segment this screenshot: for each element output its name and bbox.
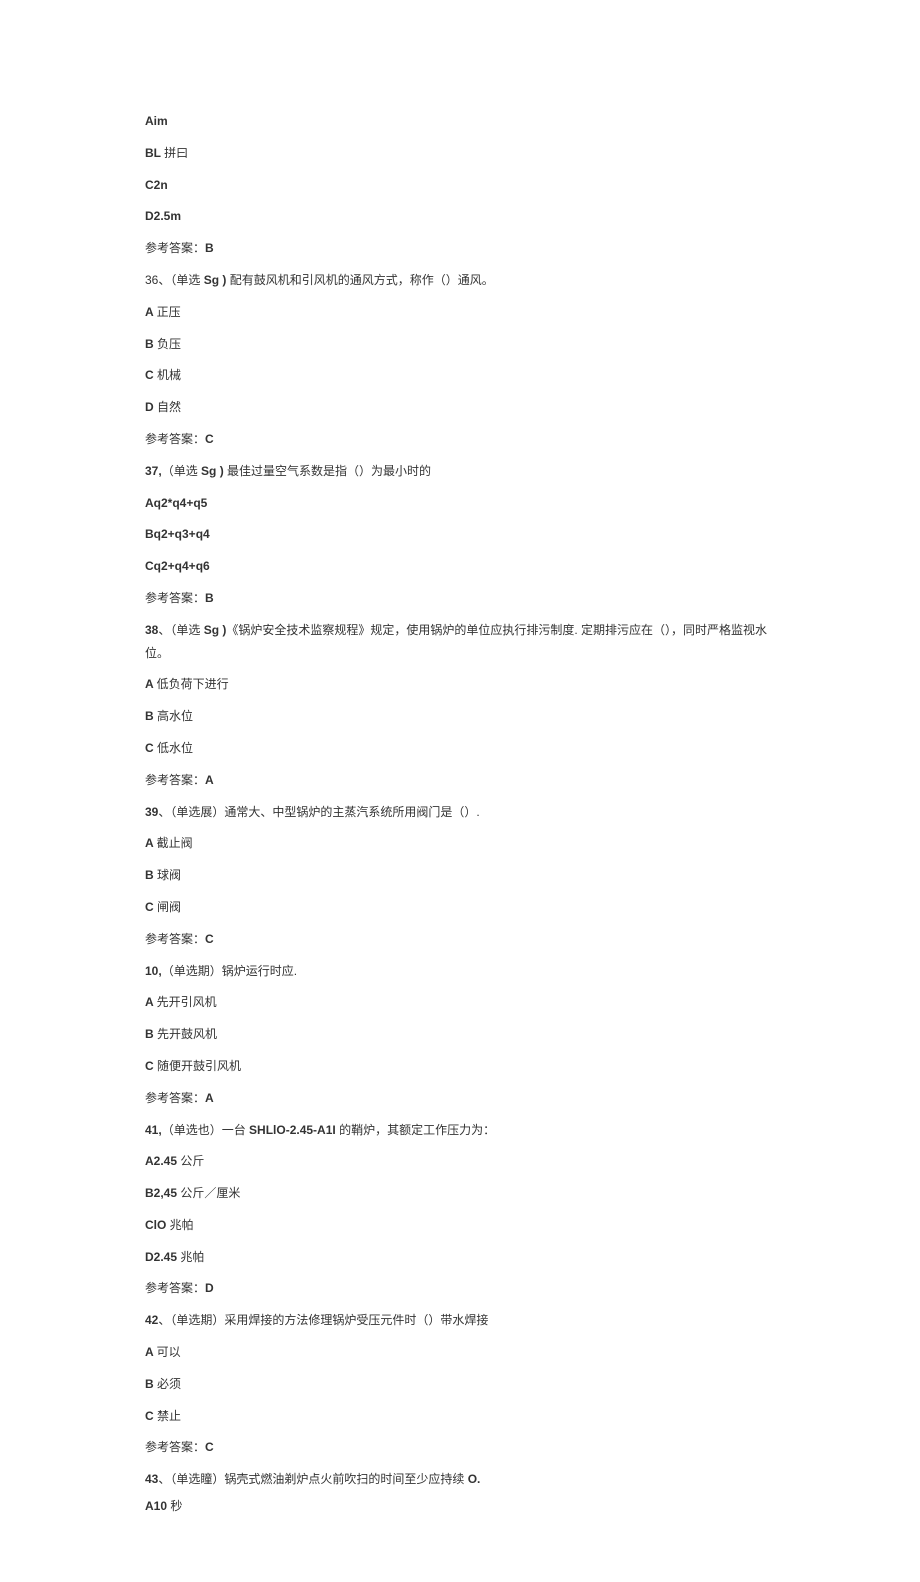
text-line: D2.45 兆帕	[145, 1246, 775, 1269]
text-line: 参考答案：D	[145, 1277, 775, 1300]
text-line: 参考答案：C	[145, 1436, 775, 1459]
text-line: 参考答案：B	[145, 587, 775, 610]
text-line: 37,（单选 Sg ) 最佳过量空气系数是指（）为最小时的	[145, 460, 775, 483]
text-line: B 球阀	[145, 864, 775, 887]
text-line: Aq2*q4+q5	[145, 492, 775, 515]
text-line: B 高水位	[145, 705, 775, 728]
text-line: A 可以	[145, 1341, 775, 1364]
text-line: A 截止阀	[145, 832, 775, 855]
text-line: C2n	[145, 174, 775, 197]
text-line: B2,45 公斤／厘米	[145, 1182, 775, 1205]
text-line: Bq2+q3+q4	[145, 523, 775, 546]
text-line: C 禁止	[145, 1405, 775, 1428]
text-line: B 必须	[145, 1373, 775, 1396]
text-line: 参考答案：C	[145, 428, 775, 451]
text-line: BL 拼曰	[145, 142, 775, 165]
last-block: 43、（单选瞳）锅壳式燃油剃炉点火前吹扫的时间至少应持续 O. A10 秒	[145, 1468, 775, 1518]
text-line: D 自然	[145, 396, 775, 419]
text-line: C 机械	[145, 364, 775, 387]
text-line: A10 秒	[145, 1495, 775, 1518]
document-body: Aim BL 拼曰 C2n D2.5m 参考答案：B 36、（单选 Sg ) 配有鼓风机和…	[145, 110, 775, 1518]
text-line: 38、（单选 Sg )《锅炉安全技术监察规程》规定，使用锅炉的单位应执行排污制度…	[145, 619, 775, 665]
text-line: Cq2+q4+q6	[145, 555, 775, 578]
text-line: 参考答案：A	[145, 1087, 775, 1110]
text-line: B 先开鼓风机	[145, 1023, 775, 1046]
text-line: 39、（单选展）通常大、中型锅炉的主蒸汽系统所用阀门是（）.	[145, 801, 775, 824]
text-line: C 闸阀	[145, 896, 775, 919]
text-line: 10,（单选期）锅炉运行时应.	[145, 960, 775, 983]
text-line: 36、（单选 Sg ) 配有鼓风机和引风机的通风方式，称作（）通风。	[145, 269, 775, 292]
text-line: C 低水位	[145, 737, 775, 760]
text-line: 参考答案：B	[145, 237, 775, 260]
text-line: A 低负荷下进行	[145, 673, 775, 696]
text-line: 参考答案：A	[145, 769, 775, 792]
text-line: A 正压	[145, 301, 775, 324]
text-line: 43、（单选瞳）锅壳式燃油剃炉点火前吹扫的时间至少应持续 O.	[145, 1468, 775, 1491]
text-line: B 负压	[145, 333, 775, 356]
text-line: Aim	[145, 110, 775, 133]
text-line: 参考答案：C	[145, 928, 775, 951]
text-line: A2.45 公斤	[145, 1150, 775, 1173]
text-line: 42、（单选期）采用焊接的方法修理锅炉受压元件时（）带水焊接	[145, 1309, 775, 1332]
text-line: ClO 兆帕	[145, 1214, 775, 1237]
text-line: C 随便开鼓引风机	[145, 1055, 775, 1078]
text-line: 41,（单选也）一台 SHLlO-2.45-A1I 的鞘炉，其额定工作压力为：	[145, 1119, 775, 1142]
text-line: D2.5m	[145, 205, 775, 228]
text-line: A 先开引风机	[145, 991, 775, 1014]
